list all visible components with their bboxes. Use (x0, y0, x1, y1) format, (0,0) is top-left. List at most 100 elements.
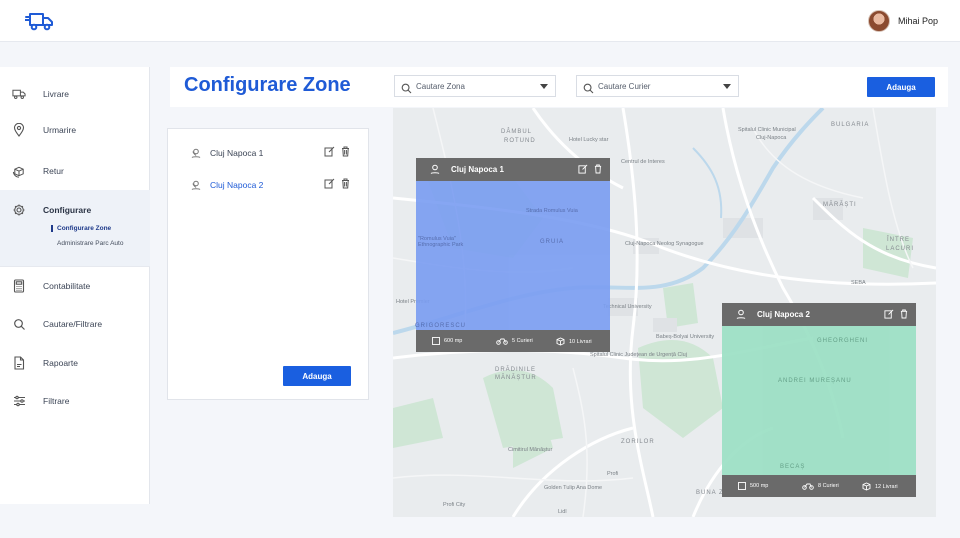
zone-area-fill[interactable]: Strada Romulus Vuia "Romulus Vuia" Ethno… (415, 181, 610, 330)
sidebar-item-label: Cautare/Filtrare (43, 319, 103, 329)
map-label: DÂMBUL (501, 129, 533, 135)
zone-title: Cluj Napoca 2 (757, 310, 810, 319)
sidebar-item-label: Contabilitate (43, 281, 91, 291)
sidebar-item-label: Retur (43, 166, 64, 176)
sidebar-item-rapoarte[interactable]: Rapoarte (0, 356, 150, 370)
map-label: Profi City (443, 502, 466, 508)
map-label: Technical University (603, 304, 652, 310)
return-box-icon (12, 164, 26, 178)
search-icon (401, 81, 412, 99)
zone-area-value: 500 mp (750, 483, 769, 489)
trash-icon[interactable] (341, 146, 350, 157)
sidebar-item-label: Livrare (43, 89, 69, 99)
search-icon (583, 81, 594, 99)
trash-icon[interactable] (341, 178, 350, 189)
map-label: SEBA (851, 280, 866, 286)
zone-header: Cluj Napoca 2 (722, 303, 916, 326)
courier-search-select[interactable]: Cautare Curier (576, 75, 739, 97)
add-zone-panel-button[interactable]: Adauga (283, 366, 351, 386)
map-label: ÎNTRE (887, 237, 910, 243)
map-zone-cluj-napoca-2[interactable]: Cluj Napoca 2 GHEORGHENI ANDREI MUREȘANU… (722, 303, 916, 497)
map-label: "Romulus Vuia" Ethnographic Park (418, 236, 464, 248)
top-bar: Mihai Pop (0, 0, 960, 42)
map-label: DRĂDINILE (495, 367, 537, 373)
location-pin-icon (429, 163, 441, 177)
map-label: Lidl (558, 509, 567, 515)
sidebar-item-cautare-filtrare[interactable]: Cautare/Filtrare (0, 317, 150, 331)
chevron-down-icon[interactable] (540, 84, 548, 89)
map-label: Spitalul Clinic Municipal (738, 127, 796, 133)
page-header: Configurare Zone Cautare Zona Cautare Cu… (170, 67, 948, 107)
sidebar-item-filtrare[interactable]: Filtrare (0, 394, 150, 408)
edit-icon[interactable] (884, 309, 894, 319)
user-menu[interactable]: Mihai Pop (867, 10, 938, 32)
courier-bike-icon (802, 483, 814, 490)
map-label: Profi (607, 471, 619, 477)
zone-list-panel: Cluj Napoca 1 Cluj Napoca 2 Adauga (167, 128, 369, 400)
gear-icon (12, 203, 26, 217)
zone-area-stat: 500 mp (738, 482, 768, 490)
map-label: GRUIA (540, 239, 565, 245)
map-zone-cluj-napoca-1[interactable]: Cluj Napoca 1 Strada Romulus Vuia "Romul… (415, 158, 610, 352)
sidebar-item-retur[interactable]: Retur (0, 164, 150, 178)
zone-header: Cluj Napoca 1 (416, 158, 610, 181)
zone-area-fill[interactable]: GHEORGHENI ANDREI MUREȘANU BECAȘ (722, 326, 916, 475)
map-label: Cluj-Napoca Neolog Synagogue (625, 241, 704, 247)
edit-icon[interactable] (324, 146, 335, 157)
zone-search-select[interactable]: Cautare Zona (394, 75, 556, 97)
map-label: MĂRĂȘTI (823, 202, 857, 208)
edit-icon[interactable] (324, 178, 335, 189)
zone-area-stat: 600 mp (432, 337, 462, 345)
map-label: GRIGORESCU (415, 323, 467, 329)
map-label: GHEORGHENI (817, 338, 869, 344)
map-view[interactable]: DÂMBUL ROTUND Hotel Lucky star Centrul d… (393, 108, 936, 517)
map-label: ROTUND (504, 138, 536, 144)
delivery-truck-logo-icon[interactable] (24, 10, 55, 32)
calculator-icon (12, 279, 26, 293)
location-pin-icon (190, 147, 202, 159)
zone-list-item[interactable]: Cluj Napoca 1 (190, 146, 350, 160)
zone-name: Cluj Napoca 1 (210, 148, 264, 158)
map-label: BECAȘ (780, 464, 806, 470)
sidebar: Livrare Urmarire Retur Configurare Confi… (0, 67, 150, 504)
zone-area-value: 600 mp (444, 338, 463, 344)
sidebar-item-livrare[interactable]: Livrare (0, 87, 150, 101)
area-icon (432, 337, 440, 345)
search-icon (12, 317, 26, 331)
edit-icon[interactable] (578, 164, 588, 174)
sidebar-item-configurare[interactable]: Configurare (0, 203, 150, 217)
map-label: Cluj-Napoca (756, 135, 787, 141)
report-document-icon (12, 356, 26, 370)
zone-stats: 500 mp 8 Curieri 12 Livrari (722, 475, 916, 497)
page-title: Configurare Zone (184, 74, 351, 96)
sidebar-item-contabilitate[interactable]: Contabilitate (0, 279, 150, 293)
avatar[interactable] (867, 10, 890, 32)
courier-search-placeholder: Cautare Curier (598, 81, 651, 91)
zone-name: Cluj Napoca 2 (210, 180, 264, 190)
truck-icon (12, 87, 26, 101)
sidebar-subitem-administrare-parc-auto[interactable]: Administrare Parc Auto (57, 240, 123, 247)
divider (0, 266, 150, 267)
courier-bike-icon (496, 338, 508, 345)
zone-couriers-stat: 5 Curieri (496, 337, 533, 345)
package-icon (556, 337, 565, 346)
trash-icon[interactable] (594, 164, 602, 174)
zone-deliveries-value: 10 Livrari (569, 338, 592, 345)
zone-title: Cluj Napoca 1 (451, 165, 504, 174)
sidebar-item-urmarire[interactable]: Urmarire (0, 123, 150, 137)
sidebar-subitem-configurare-zone[interactable]: Configurare Zone (51, 225, 111, 232)
location-pin-icon (12, 123, 26, 137)
sidebar-item-label: Configurare (43, 205, 92, 215)
map-label: Cimitirul Mănăștur (508, 447, 553, 453)
zone-couriers-stat: 8 Curieri (802, 482, 839, 490)
map-label: Centrul de Interes (621, 159, 665, 165)
package-icon (862, 482, 871, 491)
zone-couriers-value: 8 Curieri (818, 483, 839, 489)
chevron-down-icon[interactable] (723, 84, 731, 89)
add-zone-button[interactable]: Adauga (867, 77, 935, 97)
map-label: Golden Tulip Ana Dome (544, 485, 603, 491)
location-pin-icon (735, 308, 747, 322)
trash-icon[interactable] (900, 309, 908, 319)
filter-sliders-icon (12, 394, 26, 408)
zone-list-item[interactable]: Cluj Napoca 2 (190, 178, 350, 192)
